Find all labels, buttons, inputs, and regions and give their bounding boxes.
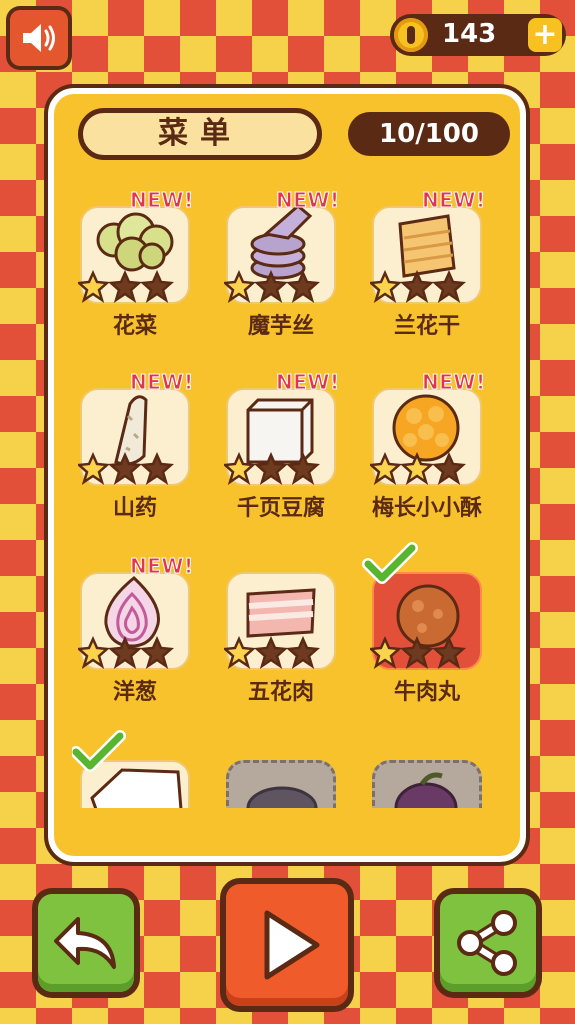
rating-stars [224,270,320,303]
new-badge: NEW! [130,188,194,213]
panel-title: 菜单 [78,108,322,160]
menu-item-onion[interactable]: NEW! 洋葱 [72,554,200,734]
item-name: 牛肉丸 [393,680,460,705]
item-name: 魔芋丝 [247,314,314,339]
play-icon [264,910,320,980]
sound-button-face [10,10,68,66]
new-badge: NEW! [276,370,340,395]
coin-value: 143 [442,19,497,49]
share-icon [457,910,517,976]
completed-check-icon [72,730,126,772]
completed-check-icon [362,542,418,584]
menu-item-tofu[interactable]: NEW! 千页豆腐 [218,370,346,550]
rating-stars [224,636,320,669]
menu-item-konjac[interactable]: NEW! 魔芋丝 [218,188,346,368]
share-button[interactable] [434,888,542,998]
play-button-face [226,884,348,1006]
back-button-face [38,894,134,992]
menu-item-white-box[interactable] [72,730,200,808]
rating-stars [224,452,320,485]
share-button-face [440,894,536,992]
new-badge: NEW! [130,370,194,395]
item-name: 洋葱 [112,680,157,705]
menu-item-crispy[interactable]: NEW! 梅长小小酥 [364,370,492,550]
menu-grid[interactable]: NEW! 花菜 NEW! 魔芋丝 NEW! 兰花干 NEW! 山药 NEW! 千… [72,188,508,808]
coin-counter: 143 + [390,14,566,56]
play-button[interactable] [220,878,354,1012]
collection-progress: 10/100 [348,112,510,156]
menu-item-meatball[interactable]: 牛肉丸 [362,542,492,734]
rating-stars [78,636,174,669]
add-coins-button[interactable]: + [528,18,562,52]
rating-stars [370,452,466,485]
menu-item-tofu-skin[interactable]: NEW! 兰花干 [364,188,492,368]
menu-item-yam[interactable]: NEW! 山药 [72,370,200,550]
menu-item-cauliflower[interactable]: NEW! 花菜 [72,188,200,368]
eggplant-icon [394,772,458,808]
back-arrow-icon [54,917,116,969]
menu-panel: 菜单 10/100 NEW! 花菜 NEW! 魔芋丝 NEW! 兰花干 NEW!… [44,84,530,866]
new-badge: NEW! [276,188,340,213]
rating-stars [78,452,174,485]
new-badge: NEW! [422,188,486,213]
item-name: 梅长小小酥 [371,496,482,521]
item-name: 五花肉 [247,680,314,705]
speaker-icon [23,24,55,52]
item-name: 山药 [112,496,157,521]
new-badge: NEW! [130,554,194,579]
menu-item-locked[interactable] [364,742,492,808]
menu-item-pork-belly[interactable]: 五花肉 [218,554,346,734]
item-name: 花菜 [112,314,157,339]
back-button[interactable] [32,888,140,998]
rating-stars [370,636,466,669]
sound-button[interactable] [6,6,72,70]
coin-icon [394,18,428,52]
menu-item-locked[interactable] [218,742,346,808]
rating-stars [78,270,174,303]
item-name: 千页豆腐 [236,496,325,521]
rating-stars [370,270,466,303]
new-badge: NEW! [422,370,486,395]
dark-bowl-icon [246,786,318,808]
item-name: 兰花干 [393,314,460,339]
